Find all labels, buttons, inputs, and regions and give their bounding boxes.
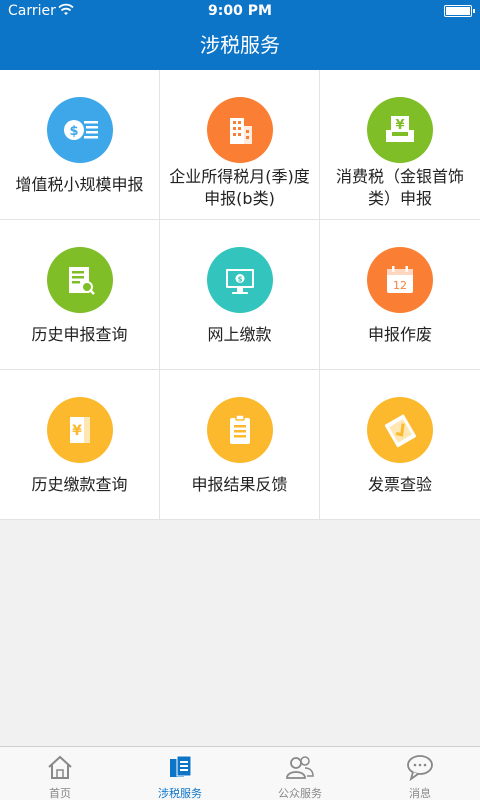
tab-public-service[interactable]: 公众服务 xyxy=(240,747,360,800)
people-icon xyxy=(286,756,314,779)
yen-document-icon: ¥ xyxy=(47,397,113,463)
service-corporate-income-tax[interactable]: 企业所得税月(季)度申报(b类) xyxy=(160,70,320,220)
tab-label: 首页 xyxy=(49,787,71,800)
svg-text:$: $ xyxy=(69,124,78,139)
service-label: 消费税（金银首饰类）申报 xyxy=(335,167,464,208)
service-label: 网上缴款 xyxy=(207,325,272,344)
calendar-icon: 12 xyxy=(367,247,433,313)
chat-icon xyxy=(407,755,433,781)
service-declaration-void[interactable]: 12 申报作废 xyxy=(320,220,480,370)
service-online-payment[interactable]: $ 网上缴款 xyxy=(160,220,320,370)
tab-label: 涉税服务 xyxy=(158,787,202,800)
service-label: 申报结果反馈 xyxy=(191,475,288,494)
tab-bar: 首页 涉税服务 公众服务 消息 xyxy=(0,746,480,800)
svg-text:¥: ¥ xyxy=(395,118,404,133)
svg-text:$: $ xyxy=(238,276,243,284)
service-label: 申报作废 xyxy=(367,325,432,344)
service-invoice-verification[interactable]: 发票查验 xyxy=(320,370,480,520)
building-icon xyxy=(207,97,273,163)
yen-tray-icon: ¥ xyxy=(367,97,433,163)
service-label: 发票查验 xyxy=(367,475,432,494)
battery-icon xyxy=(444,5,475,17)
service-label: 增值税小规模申报 xyxy=(15,175,144,194)
service-label: 企业所得税月(季)度申报(b类) xyxy=(169,167,310,208)
invoice-check-icon xyxy=(367,397,433,463)
tab-label: 公众服务 xyxy=(278,787,322,800)
service-declaration-result-feedback[interactable]: 申报结果反馈 xyxy=(160,370,320,520)
tab-label: 消息 xyxy=(409,787,431,800)
service-vat-small-scale[interactable]: $ 增值税小规模申报 xyxy=(0,70,160,220)
home-icon xyxy=(48,755,72,779)
monitor-payment-icon: $ xyxy=(207,247,273,313)
service-history-payment-query[interactable]: ¥ 历史缴款查询 xyxy=(0,370,160,520)
document-search-icon xyxy=(47,247,113,313)
page-title: 涉税服务 xyxy=(0,22,480,70)
tab-messages[interactable]: 消息 xyxy=(360,747,480,800)
tab-tax-service[interactable]: 涉税服务 xyxy=(120,747,240,800)
service-grid: $ 增值税小规模申报 企业所得税月(季)度申报(b类) ¥ 消费税（金银首饰类）… xyxy=(0,70,480,520)
coin-list-icon: $ xyxy=(47,97,113,163)
tab-home[interactable]: 首页 xyxy=(0,747,120,800)
service-label: 历史申报查询 xyxy=(31,325,128,344)
status-bar: Carrier 9:00 PM xyxy=(0,0,480,22)
service-consumption-tax[interactable]: ¥ 消费税（金银首饰类）申报 xyxy=(320,70,480,220)
service-history-declaration-query[interactable]: 历史申报查询 xyxy=(0,220,160,370)
svg-text:¥: ¥ xyxy=(72,423,82,439)
service-label: 历史缴款查询 xyxy=(31,475,128,494)
clipboard-icon xyxy=(207,397,273,463)
status-time: 9:00 PM xyxy=(208,3,272,19)
svg-text:12: 12 xyxy=(393,279,407,292)
tax-service-icon xyxy=(170,755,192,777)
